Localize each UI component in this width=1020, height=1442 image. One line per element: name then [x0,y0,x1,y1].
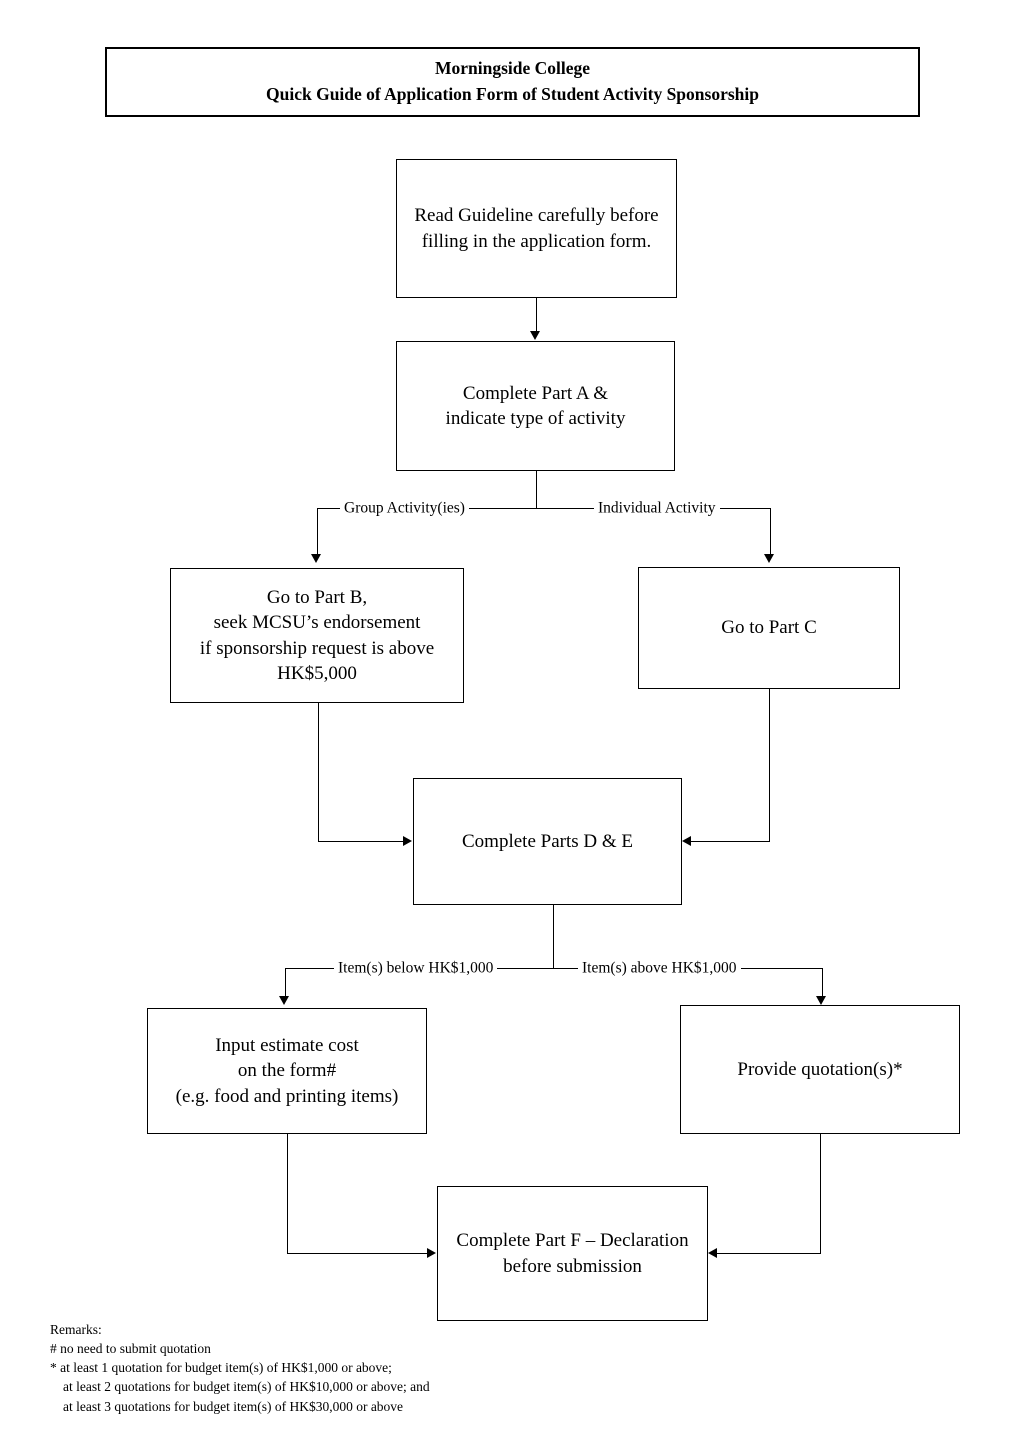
node-input-estimate-cost-label: Input estimate cost on the form# (e.g. f… [175,1035,399,1107]
connector-quotation-to-partf-vertical [820,1134,821,1254]
arrowhead-quotation-to-partf [708,1248,717,1258]
connector-estimate-to-partf-horizontal [287,1253,428,1254]
node-provide-quotation-label: Provide quotation(s)* [737,1058,903,1080]
node-go-to-part-b: Go to Part B, seek MCSU’s endorsement if… [170,568,464,703]
node-complete-parts-d-e: Complete Parts D & E [413,778,682,905]
arrowhead-read-to-parta [530,331,540,340]
remarks-star-note-2: at least 2 quotations for budget item(s)… [63,1379,430,1395]
arrowhead-individual-activity [764,554,774,563]
node-go-to-part-c: Go to Part C [638,567,900,689]
remarks-star-note-1: * at least 1 quotation for budget item(s… [50,1360,392,1376]
page-title: Morningside College [434,58,591,79]
branch-label-items-above: Item(s) above HK$1,000 [578,960,741,976]
node-complete-part-a-label: Complete Part A & indicate type of activ… [445,382,626,429]
connector-estimate-to-partf-vertical [287,1134,288,1254]
node-complete-part-f-label: Complete Part F – Declaration before sub… [456,1230,689,1277]
document-title-box: Morningside College Quick Guide of Appli… [105,47,920,117]
node-go-to-part-c-label: Go to Part C [721,617,817,639]
arrowhead-estimate-to-partf [427,1248,436,1258]
node-complete-part-f: Complete Part F – Declaration before sub… [437,1186,708,1321]
connector-parta-to-split [536,471,537,508]
arrowhead-partc-to-de [682,836,691,846]
connector-partc-to-de-vertical [769,689,770,842]
node-complete-parts-d-e-label: Complete Parts D & E [462,830,633,852]
node-read-guideline: Read Guideline carefully before filling … [396,159,677,298]
split-leg-items-above [822,968,823,997]
remarks-block: Remarks: # no need to submit quotation *… [50,1320,570,1416]
split-leg-individual-activity [770,508,771,555]
split-leg-items-below [285,968,286,997]
arrowhead-items-above [816,996,826,1005]
node-complete-part-a: Complete Part A & indicate type of activ… [396,341,675,471]
flowchart-page: Morningside College Quick Guide of Appli… [0,0,1020,1442]
node-input-estimate-cost: Input estimate cost on the form# (e.g. f… [147,1008,427,1134]
connector-de-to-split [553,905,554,968]
connector-partb-to-de-horizontal [318,841,404,842]
remarks-star-note-3: at least 3 quotations for budget item(s)… [63,1398,404,1414]
node-read-guideline-label: Read Guideline carefully before filling … [414,205,659,252]
branch-label-group-activity: Group Activity(ies) [340,500,469,516]
arrowhead-partb-to-de [403,836,412,846]
node-go-to-part-b-label: Go to Part B, seek MCSU’s endorsement if… [199,587,435,684]
branch-label-individual-activity: Individual Activity [594,500,720,516]
page-subtitle: Quick Guide of Application Form of Stude… [266,84,759,104]
connector-read-to-parta [536,298,537,332]
split-leg-group-activity [317,508,318,555]
arrowhead-items-below [279,996,289,1005]
connector-partb-to-de-vertical [318,703,319,842]
remarks-title: Remarks: [50,1322,102,1337]
connector-partc-to-de-horizontal [691,841,770,842]
branch-label-items-below: Item(s) below HK$1,000 [334,960,498,976]
connector-quotation-to-partf-horizontal [717,1253,821,1254]
node-provide-quotation: Provide quotation(s)* [680,1005,960,1134]
remarks-hash-note: # no need to submit quotation [50,1341,211,1357]
arrowhead-group-activity [311,554,321,563]
